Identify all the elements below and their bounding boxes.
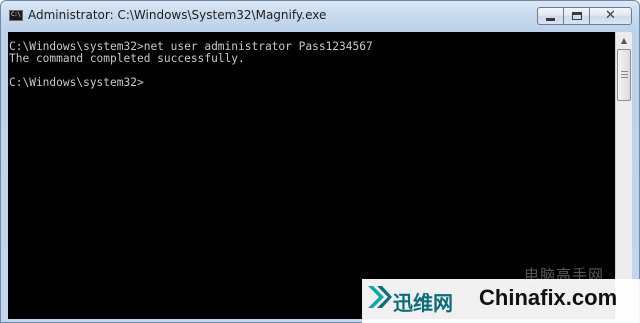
scroll-up-arrow-icon[interactable]: ▲ (616, 32, 632, 49)
caption-buttons: ✕ (537, 7, 632, 25)
watermark-logo-icon (368, 286, 392, 308)
grip-line (621, 74, 628, 75)
watermark-brand-cn: 迅维网 (393, 291, 453, 315)
minimize-icon (546, 18, 555, 21)
close-button[interactable]: ✕ (589, 7, 632, 25)
minimize-button[interactable] (537, 7, 563, 25)
title-bar[interactable]: C:\ Administrator: C:\Windows\System32\M… (1, 1, 639, 31)
watermark-brand-en: Chinafix.com (479, 285, 618, 310)
grip-line (621, 77, 628, 78)
close-icon: ✕ (605, 8, 616, 23)
grip-line (621, 71, 628, 72)
scrollbar-thumb[interactable] (617, 49, 631, 101)
console-line: The command completed successfully. (9, 52, 245, 65)
console-line: C:\Windows\system32> (9, 76, 144, 89)
window-title: Administrator: C:\Windows\System32\Magni… (28, 8, 327, 22)
console-output: C:\Windows\system32>net user administrat… (9, 41, 373, 89)
maximize-button[interactable] (563, 7, 589, 25)
maximize-icon (572, 12, 582, 20)
vertical-scrollbar[interactable]: ▲ (615, 32, 632, 319)
command-prompt-icon[interactable]: C:\ (9, 10, 23, 21)
command-prompt-icon-text: C:\ (11, 11, 21, 18)
